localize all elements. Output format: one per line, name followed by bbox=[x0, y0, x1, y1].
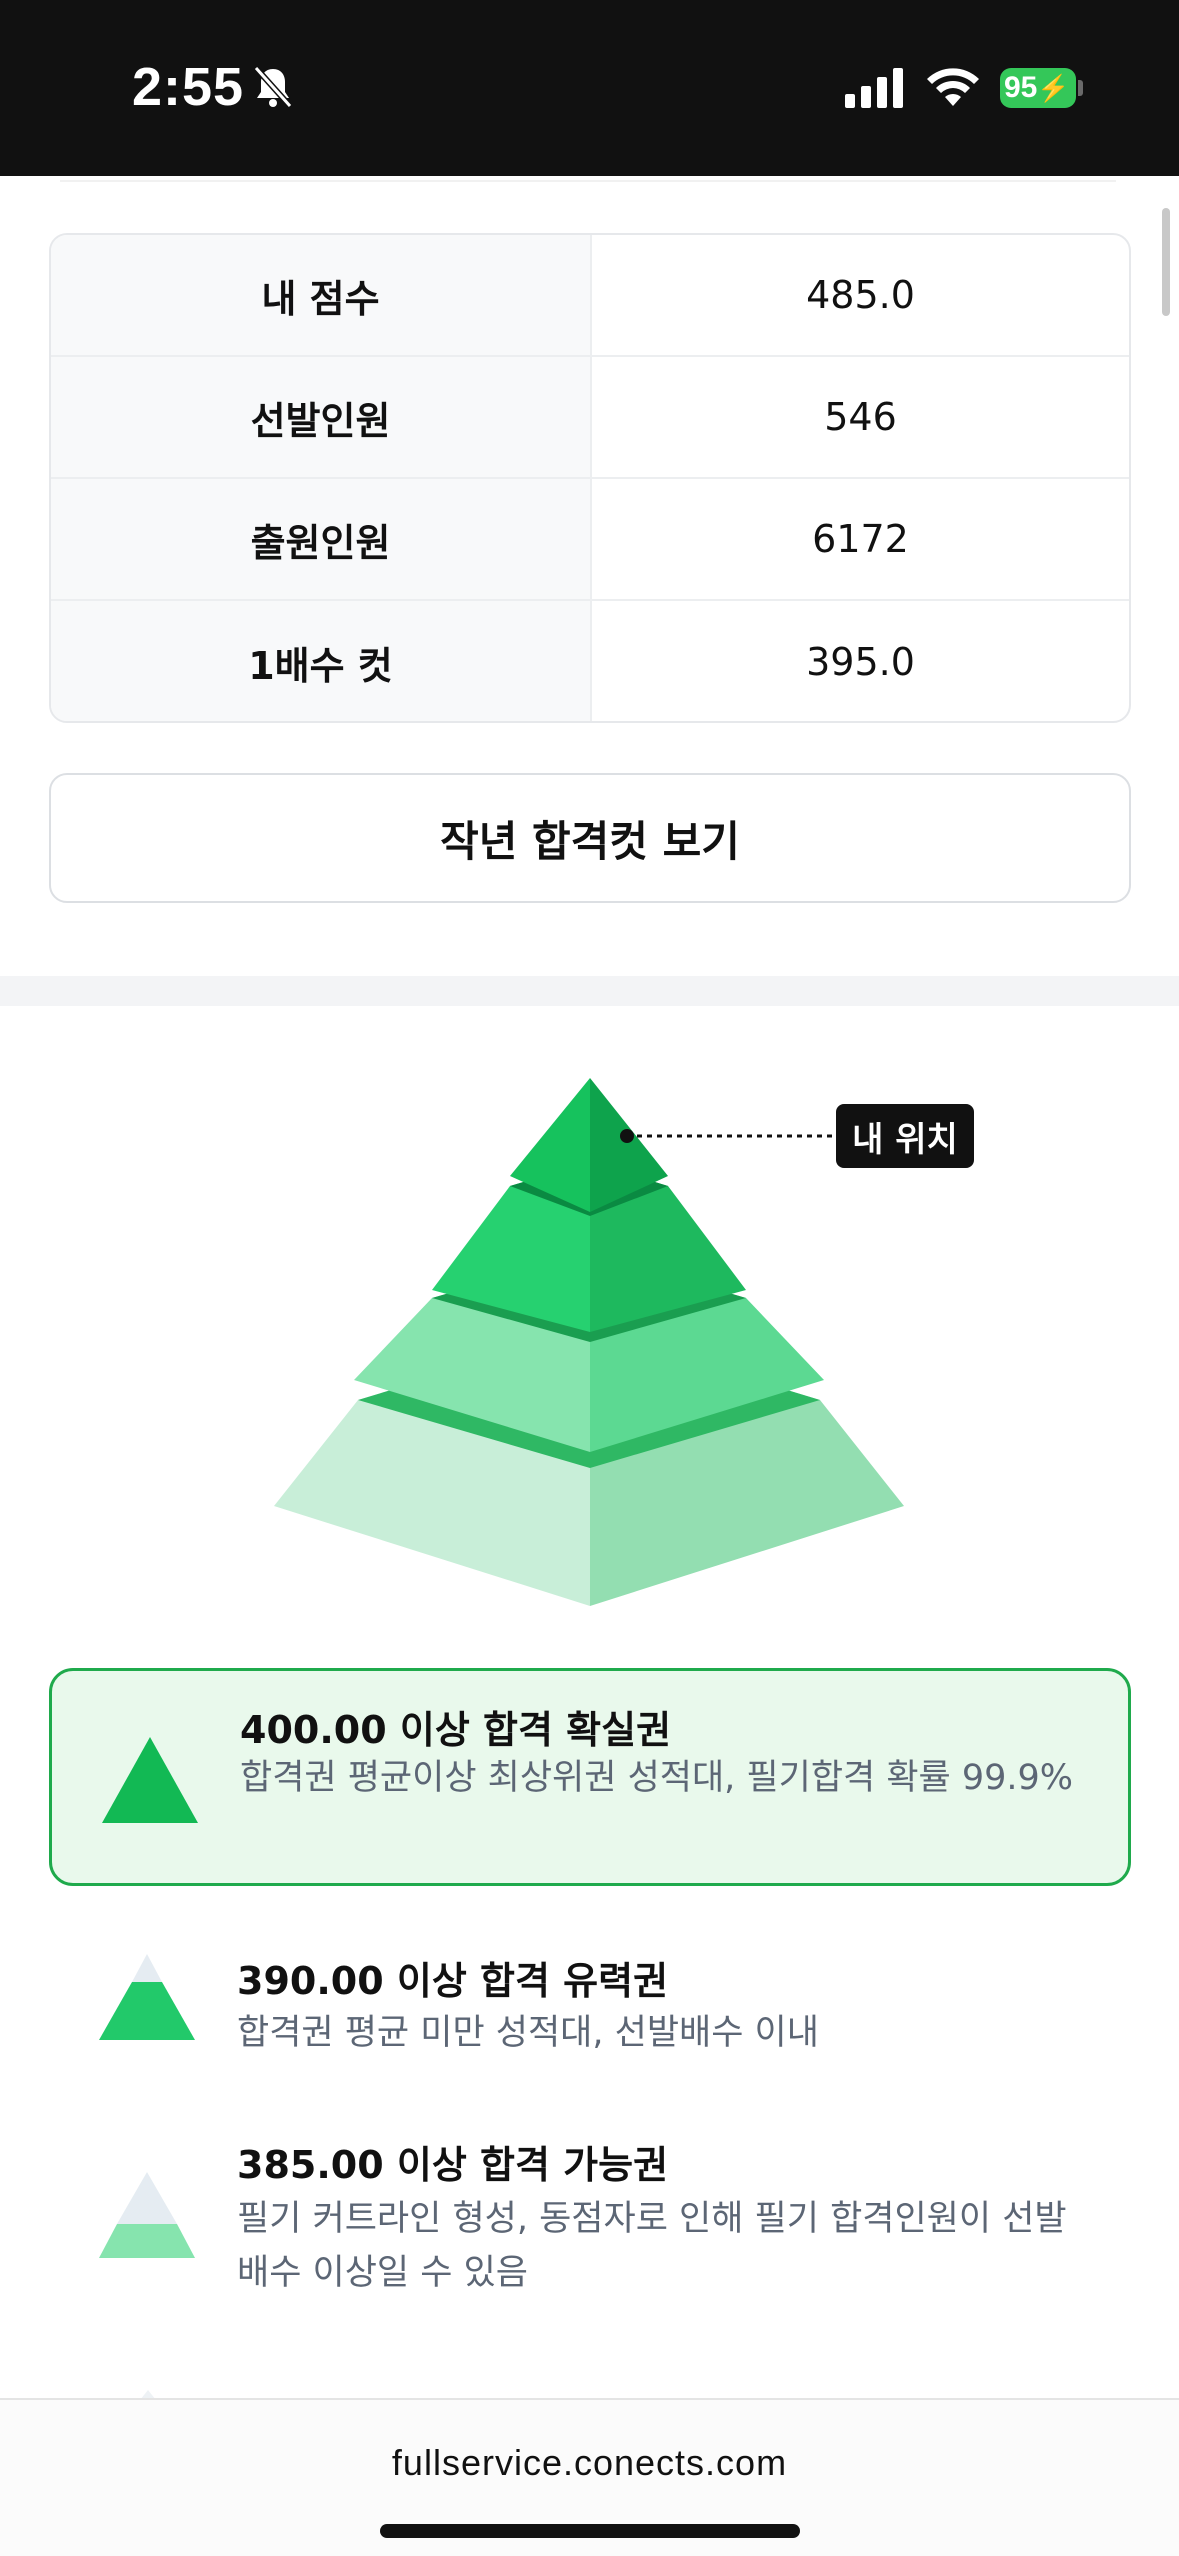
charging-bolt: ⚡ bbox=[1037, 73, 1070, 103]
table-row: 선발인원 546 bbox=[51, 357, 1129, 479]
tier-title: 390.00 이상 합격 유력권 bbox=[237, 1959, 669, 2003]
browser-url-bar[interactable]: fullservice.conects.com bbox=[0, 2398, 1179, 2556]
table-row: 1배수 컷 395.0 bbox=[51, 601, 1129, 721]
home-indicator[interactable] bbox=[380, 2524, 800, 2538]
score-stats-table: 내 점수 485.0 선발인원 546 출원인원 6172 1배수 컷 395.… bbox=[49, 233, 1131, 723]
row-value: 6172 bbox=[812, 517, 909, 561]
my-position-tag: 내 위치 bbox=[836, 1104, 974, 1168]
status-bar: 2:55 95⚡ bbox=[0, 0, 1179, 176]
row-label: 출원인원 bbox=[51, 479, 592, 599]
wifi-icon bbox=[927, 68, 979, 106]
tier-item-possible[interactable]: 385.00 이상 합격 가능권 필기 커트라인 형성, 동점자로 인해 필기 … bbox=[49, 2120, 1131, 2310]
section-divider bbox=[0, 976, 1179, 1006]
tier-item-likely[interactable]: 390.00 이상 합격 유력권 합격권 평균 미만 성적대, 선발배수 이내 bbox=[49, 1930, 1131, 2070]
tier-description: 필기 커트라인 형성, 동점자로 인해 필기 합격인원이 선발배수 이상일 수 … bbox=[237, 2199, 1067, 2293]
tier-title: 385.00 이상 합격 가능권 bbox=[237, 2143, 669, 2187]
pyramid-icon bbox=[99, 2172, 195, 2258]
last-year-cutoff-button[interactable]: 작년 합격컷 보기 bbox=[49, 773, 1131, 903]
scrollbar[interactable] bbox=[1162, 208, 1170, 316]
row-label: 1배수 컷 bbox=[51, 601, 592, 721]
divider bbox=[60, 180, 1116, 182]
row-value: 395.0 bbox=[806, 640, 915, 684]
ranking-pyramid bbox=[274, 1078, 904, 1606]
battery-level: 95 bbox=[1004, 71, 1038, 104]
row-value: 485.0 bbox=[806, 273, 915, 317]
tier-item-certain[interactable]: 400.00 이상 합격 확실권 합격권 평균이상 최상위권 성적대, 필기합격… bbox=[49, 1668, 1131, 1886]
row-value: 546 bbox=[824, 395, 897, 439]
row-label: 선발인원 bbox=[51, 357, 592, 477]
tier-description: 합격권 평균 미만 성적대, 선발배수 이내 bbox=[237, 2013, 819, 2053]
battery-cap bbox=[1078, 80, 1083, 96]
pyramid-icon bbox=[102, 1737, 198, 1823]
battery-charging-icon: 95⚡ bbox=[1000, 68, 1076, 108]
table-row: 출원인원 6172 bbox=[51, 479, 1129, 601]
bell-slash-icon bbox=[253, 65, 293, 109]
tier-description: 합격권 평균이상 최상위권 성적대, 필기합격 확률 99.9% bbox=[240, 1758, 1074, 1798]
status-time: 2:55 bbox=[132, 57, 245, 117]
row-label: 내 점수 bbox=[51, 235, 592, 355]
cellular-signal-icon bbox=[845, 68, 903, 108]
table-row: 내 점수 485.0 bbox=[51, 235, 1129, 357]
tier-title: 400.00 이상 합격 확실권 bbox=[240, 1708, 672, 1752]
url-text[interactable]: fullservice.conects.com bbox=[0, 2442, 1179, 2484]
pyramid-icon bbox=[99, 1954, 195, 2040]
